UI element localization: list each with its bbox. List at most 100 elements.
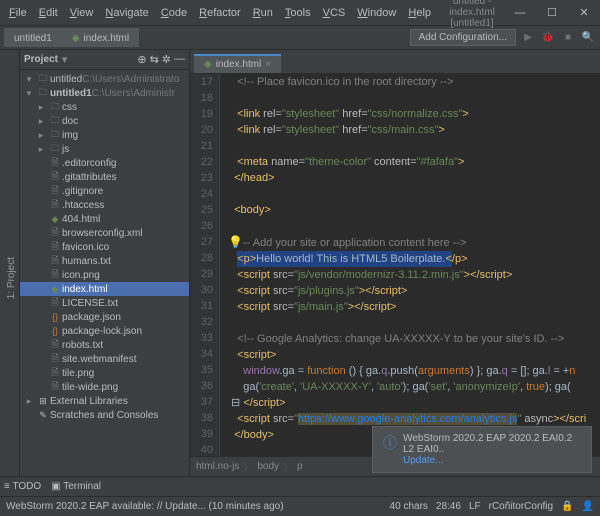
file-icon: 🗎 xyxy=(48,227,62,239)
editor-tab-index-html[interactable]: ◆ index.html × xyxy=(194,54,281,73)
stop-icon[interactable]: ■ xyxy=(560,30,576,46)
status-chars: 40 chars xyxy=(390,501,428,512)
file-icon: 🗎 xyxy=(48,353,62,365)
tree-item-index-html[interactable]: ◆ index.html xyxy=(20,282,189,296)
file-icon: 🗎 xyxy=(48,157,62,169)
tree-item--gitattributes[interactable]: 🗎 .gitattributes xyxy=(20,170,189,184)
tree-item-tile-wide-png[interactable]: 🗎 tile-wide.png xyxy=(20,380,189,394)
project-panel: Project ▾ ⊕ ⇆ ✲ — ▾🗀 untitled C:\Users\A… xyxy=(20,50,190,476)
file-crumb-label: index.html xyxy=(84,33,130,44)
tree-item-scratches-and-consoles[interactable]: ✎ Scratches and Consoles xyxy=(20,408,189,422)
tree-item-browserconfig-xml[interactable]: 🗎 browserconfig.xml xyxy=(20,226,189,240)
code-area[interactable]: <!-- Place favicon.ico in the root direc… xyxy=(220,74,600,456)
line-number-gutter: 1718192021222324252627282930313233343536… xyxy=(190,74,220,456)
breadcrumb-html-no-js[interactable]: html.no-js xyxy=(196,461,239,472)
folder-icon: 🗀 xyxy=(48,115,62,127)
tree-item-external-libraries[interactable]: ▸⊞ External Libraries xyxy=(20,394,189,408)
tree-item-doc[interactable]: ▸🗀 doc xyxy=(20,114,189,128)
menu-navigate[interactable]: Navigate xyxy=(100,5,153,21)
project-panel-title: Project xyxy=(24,54,58,65)
scratch-icon: ✎ xyxy=(36,409,50,421)
terminal-tool-tab[interactable]: ▣ Terminal xyxy=(51,481,101,492)
project-tool-tab[interactable]: 1: Project xyxy=(4,251,19,305)
debug-icon[interactable]: 🐞 xyxy=(540,30,556,46)
close-button[interactable]: ✕ xyxy=(572,5,596,21)
tree-item-tile-png[interactable]: 🗎 tile.png xyxy=(20,366,189,380)
run-icon[interactable]: ▶ xyxy=(520,30,536,46)
tree-item-img[interactable]: ▸🗀 img xyxy=(20,128,189,142)
menu-file[interactable]: File xyxy=(4,5,32,21)
tree-item-package-json[interactable]: {} package.json xyxy=(20,310,189,324)
status-caret-pos[interactable]: 28:46 xyxy=(436,501,461,512)
select-opened-file-icon[interactable]: ⊕ xyxy=(137,53,146,66)
tree-item-package-lock-json[interactable]: {} package-lock.json xyxy=(20,324,189,338)
update-notification[interactable]: ⓘ WebStorm 2020.2 EAP 2020.2 EAI0.2 L2 E… xyxy=(372,426,592,473)
menu-bar: FileEditViewNavigateCodeRefactorRunTools… xyxy=(4,5,436,21)
file-crumb[interactable]: ◆index.html xyxy=(62,28,139,47)
add-configuration-button[interactable]: Add Configuration... xyxy=(410,29,516,46)
menu-help[interactable]: Help xyxy=(403,5,436,21)
project-tree[interactable]: ▾🗀 untitled C:\Users\Administrato▾🗀 unti… xyxy=(20,70,189,476)
tree-item-js[interactable]: ▸🗀 js xyxy=(20,142,189,156)
breadcrumb-p[interactable]: p xyxy=(297,461,303,472)
lib-icon: ⊞ xyxy=(36,395,50,407)
menu-tools[interactable]: Tools xyxy=(280,5,316,21)
folder-icon: 🗀 xyxy=(48,129,62,141)
file-icon: 🗎 xyxy=(48,185,62,197)
menu-view[interactable]: View xyxy=(65,5,99,21)
menu-vcs[interactable]: VCS xyxy=(318,5,351,21)
collapse-all-icon[interactable]: ⇆ xyxy=(150,53,159,66)
menu-refactor[interactable]: Refactor xyxy=(194,5,246,21)
tree-item-favicon-ico[interactable]: 🗎 favicon.ico xyxy=(20,240,189,254)
settings-icon[interactable]: ✲ xyxy=(162,53,171,66)
file-icon: 🗎 xyxy=(48,297,62,309)
tree-item-404-html[interactable]: ◆ 404.html xyxy=(20,212,189,226)
menu-code[interactable]: Code xyxy=(156,5,192,21)
status-bar: WebStorm 2020.2 EAP available: // Update… xyxy=(0,496,600,516)
window-controls: — ☐ ✕ xyxy=(508,5,596,21)
file-icon: 🗎 xyxy=(48,269,62,281)
editor-content[interactable]: 1718192021222324252627282930313233343536… xyxy=(190,74,600,456)
notification-update-link[interactable]: Update... xyxy=(403,455,581,466)
file-icon: 🗎 xyxy=(48,199,62,211)
project-view-dropdown-icon[interactable]: ▾ xyxy=(62,53,68,66)
tree-item-css[interactable]: ▸🗀 css xyxy=(20,100,189,114)
tree-item-untitled1[interactable]: ▾🗀 untitled1 C:\Users\Administr xyxy=(20,86,189,100)
title-bar: FileEditViewNavigateCodeRefactorRunTools… xyxy=(0,0,600,26)
window-title: untitled - index.html [untitled1] xyxy=(436,0,508,29)
hide-panel-icon[interactable]: — xyxy=(174,53,185,66)
main-area: 1: Project 7: Structure 2: Favorites Pro… xyxy=(0,50,600,476)
file-icon: 🗎 xyxy=(48,171,62,183)
tree-item-license-txt[interactable]: 🗎 LICENSE.txt xyxy=(20,296,189,310)
close-tab-icon[interactable]: × xyxy=(265,59,271,70)
lock-icon[interactable]: 🔒 xyxy=(561,501,573,512)
todo-tool-tab[interactable]: ≡ TODO xyxy=(4,481,41,492)
status-message[interactable]: WebStorm 2020.2 EAP available: // Update… xyxy=(6,501,284,512)
tree-item-robots-txt[interactable]: 🗎 robots.txt xyxy=(20,338,189,352)
menu-run[interactable]: Run xyxy=(248,5,278,21)
editor-area: ◆ index.html × 1718192021222324252627282… xyxy=(190,50,600,476)
maximize-button[interactable]: ☐ xyxy=(540,5,564,21)
tree-item-icon-png[interactable]: 🗎 icon.png xyxy=(20,268,189,282)
menu-window[interactable]: Window xyxy=(352,5,401,21)
tree-item--gitignore[interactable]: 🗎 .gitignore xyxy=(20,184,189,198)
tree-item-site-webmanifest[interactable]: 🗎 site.webmanifest xyxy=(20,352,189,366)
tree-item-humans-txt[interactable]: 🗎 humans.txt xyxy=(20,254,189,268)
tree-item-untitled[interactable]: ▾🗀 untitled C:\Users\Administrato xyxy=(20,72,189,86)
tree-item--htaccess[interactable]: 🗎 .htaccess xyxy=(20,198,189,212)
tree-item--editorconfig[interactable]: 🗎 .editorconfig xyxy=(20,156,189,170)
minimize-button[interactable]: — xyxy=(508,5,532,21)
run-toolbar: Add Configuration... ▶ 🐞 ■ 🔍 xyxy=(410,29,600,46)
search-icon[interactable]: 🔍 xyxy=(580,30,596,46)
html-icon: ◆ xyxy=(48,213,62,225)
project-crumb[interactable]: untitled1 xyxy=(4,28,62,47)
breadcrumb-body[interactable]: body xyxy=(257,461,279,472)
file-icon: 🗎 xyxy=(48,367,62,379)
status-encoding[interactable]: rCoñitorConfig xyxy=(489,501,553,512)
inspection-icon[interactable]: 👤 xyxy=(582,501,594,512)
folder-icon: 🗀 xyxy=(48,101,62,113)
navigation-bar: untitled1 ◆index.html Add Configuration.… xyxy=(0,26,600,50)
status-line-ending[interactable]: LF xyxy=(469,501,481,512)
menu-edit[interactable]: Edit xyxy=(34,5,63,21)
editor-tab-bar: ◆ index.html × xyxy=(190,50,600,74)
